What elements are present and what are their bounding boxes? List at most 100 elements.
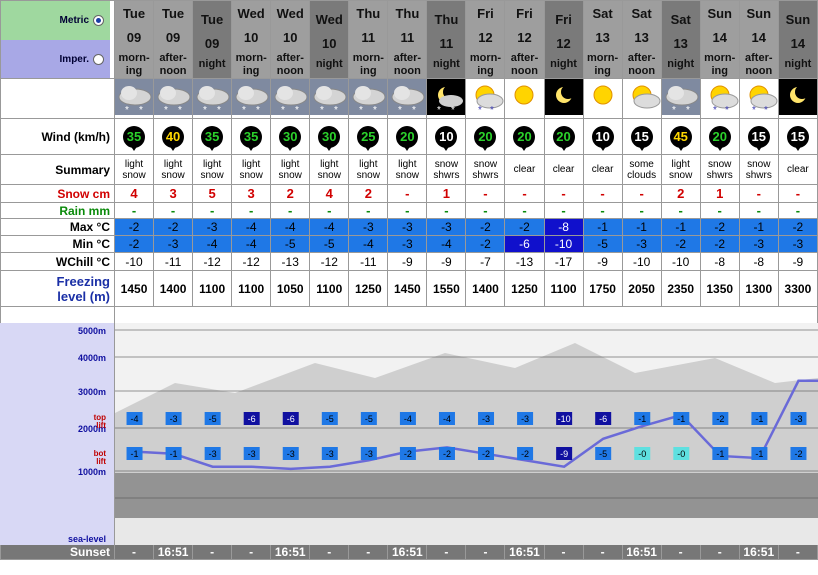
forecast-column-header[interactable]: Fri 12 night bbox=[543, 0, 584, 79]
altitude-tick: sea-level bbox=[67, 534, 106, 544]
sunset-value: 16:51 bbox=[392, 545, 423, 559]
wchill-value: -12 bbox=[320, 254, 338, 269]
forecast-column-header[interactable]: Sat 13 night bbox=[660, 0, 701, 79]
wind-cell: 45 bbox=[660, 118, 701, 155]
metric-radio[interactable] bbox=[93, 15, 104, 26]
rain-cell: - bbox=[270, 202, 311, 219]
svg-text:*: * bbox=[398, 105, 402, 115]
summary-cell: light snow bbox=[192, 154, 233, 185]
period-label: after- bbox=[159, 51, 187, 64]
forecast-column-header[interactable]: Sat 13 after-noon bbox=[621, 0, 662, 79]
imperial-radio[interactable] bbox=[93, 53, 104, 65]
summary-cell: light snow bbox=[660, 154, 701, 185]
top-lift-temp: -4 bbox=[443, 414, 451, 424]
min-value: -2 bbox=[675, 237, 687, 251]
min-temp-cell: -4 bbox=[192, 235, 233, 253]
max-temp-cell: -4 bbox=[309, 218, 350, 236]
top-lift-temp: -1 bbox=[638, 414, 646, 424]
bot-lift-temp: -2 bbox=[482, 449, 490, 459]
svg-text:*: * bbox=[764, 105, 768, 115]
max-value: -4 bbox=[323, 220, 335, 234]
snow-cell: 2 bbox=[348, 184, 389, 203]
freezing-value: 2350 bbox=[667, 281, 695, 296]
forecast-column-header[interactable]: Fri 12 morn-ing bbox=[465, 0, 506, 79]
svg-text:*: * bbox=[203, 105, 207, 115]
imperial-option[interactable]: Imper. bbox=[60, 53, 104, 65]
period-label: ing bbox=[360, 64, 377, 77]
forecast-column-header[interactable]: Tue 09 morn-ing bbox=[113, 0, 155, 79]
altitude-scale-panel: 5000m 4000m 3000m 2000m 1000m sea-level top lif… bbox=[0, 323, 115, 545]
sunset-label: Sunset bbox=[69, 545, 110, 559]
min-row-label: Min °C bbox=[0, 235, 115, 253]
summary-cell: light snow bbox=[153, 154, 194, 185]
min-temp-cell: -4 bbox=[348, 235, 389, 253]
snow-cell: - bbox=[777, 184, 818, 203]
min-temp-cell: -3 bbox=[153, 235, 194, 253]
sunset-cell: - bbox=[348, 544, 389, 560]
period-label: morn- bbox=[118, 51, 150, 64]
sunset-value: - bbox=[717, 545, 722, 559]
wind-arrow-icon: 15 bbox=[630, 125, 653, 151]
date-label: 12 bbox=[478, 29, 493, 45]
sunset-cell: - bbox=[231, 544, 272, 560]
summary-cell: light snow bbox=[348, 154, 389, 185]
weather-icon-cell: * * bbox=[348, 78, 389, 119]
max-value: -2 bbox=[128, 220, 140, 234]
summary-cell: clear bbox=[504, 154, 545, 185]
top-lift-temp: -1 bbox=[677, 414, 685, 424]
svg-text:*: * bbox=[334, 105, 338, 115]
forecast-column-header[interactable]: Sun 14 morn-ing bbox=[699, 0, 740, 79]
forecast-column-header[interactable]: Sun 14 night bbox=[777, 0, 818, 79]
min-label: Min °C bbox=[72, 237, 110, 251]
bot-lift-temp: -0 bbox=[677, 449, 685, 459]
summary-cell: light snow bbox=[387, 154, 428, 185]
sunset-value: 16:51 bbox=[157, 545, 189, 559]
forecast-column-header[interactable]: Thu 11 after-noon bbox=[387, 0, 428, 79]
svg-text:*: * bbox=[672, 105, 676, 115]
period-label: ing bbox=[242, 64, 260, 77]
min-value: -3 bbox=[636, 237, 647, 251]
rain-cell: - bbox=[113, 202, 155, 219]
summary-text: shwrs bbox=[745, 169, 772, 181]
forecast-column-header[interactable]: Sun 14 after-noon bbox=[738, 0, 779, 79]
summary-text: light bbox=[241, 158, 261, 170]
date-label: 14 bbox=[751, 29, 766, 45]
period-label: noon bbox=[745, 64, 773, 77]
forecast-column-header[interactable]: Wed 10 morn-ing bbox=[231, 0, 272, 79]
max-temp-cell: -2 bbox=[113, 218, 155, 236]
forecast-column-header[interactable]: Sat 13 morn-ing bbox=[582, 0, 623, 79]
top-lift-temp: -4 bbox=[404, 414, 412, 424]
top-lift-temp: -3 bbox=[482, 414, 490, 424]
min-temp-cell: -3 bbox=[621, 235, 662, 253]
bot-lift-temp: -3 bbox=[248, 449, 256, 459]
light-snow-icon: * * bbox=[193, 79, 231, 116]
forecast-column-header[interactable]: Tue 09 night bbox=[192, 0, 233, 79]
wind-arrow-icon: 35 bbox=[123, 125, 146, 151]
top-lift-temp: -3 bbox=[521, 414, 529, 424]
snow-cell: - bbox=[582, 184, 623, 203]
sunset-value: - bbox=[483, 545, 488, 559]
summary-cell: clear bbox=[582, 154, 623, 185]
period-label: after- bbox=[627, 51, 656, 64]
wind-label: Wind (km/h) bbox=[41, 129, 110, 144]
min-temp-cell: -10 bbox=[543, 235, 584, 253]
freezing-cell: 1750 bbox=[582, 270, 623, 307]
wchill-cell: -8 bbox=[738, 252, 779, 271]
top-lift-temp: -6 bbox=[599, 414, 607, 424]
freezing-value: 1750 bbox=[589, 281, 616, 296]
forecast-column-header[interactable]: Wed 10 after-noon bbox=[270, 0, 311, 79]
wchill-cell: -13 bbox=[270, 252, 311, 271]
forecast-column-header[interactable]: Wed 10 night bbox=[309, 0, 350, 79]
period-label: ing bbox=[125, 64, 143, 77]
wchill-cell: -13 bbox=[504, 252, 545, 271]
min-value: -3 bbox=[792, 237, 804, 251]
wchill-value: -13 bbox=[515, 254, 534, 269]
forecast-column-header[interactable]: Tue 09 after-noon bbox=[153, 0, 194, 79]
metric-option[interactable]: Metric bbox=[60, 15, 104, 26]
forecast-column-header[interactable]: Fri 12 after-noon bbox=[504, 0, 545, 79]
sunset-cell: - bbox=[192, 544, 233, 560]
rain-value: - bbox=[248, 203, 254, 218]
forecast-column-header[interactable]: Thu 11 night bbox=[426, 0, 467, 79]
forecast-column-header[interactable]: Thu 11 morn-ing bbox=[348, 0, 389, 79]
sunset-cell: 16:51 bbox=[387, 544, 428, 560]
